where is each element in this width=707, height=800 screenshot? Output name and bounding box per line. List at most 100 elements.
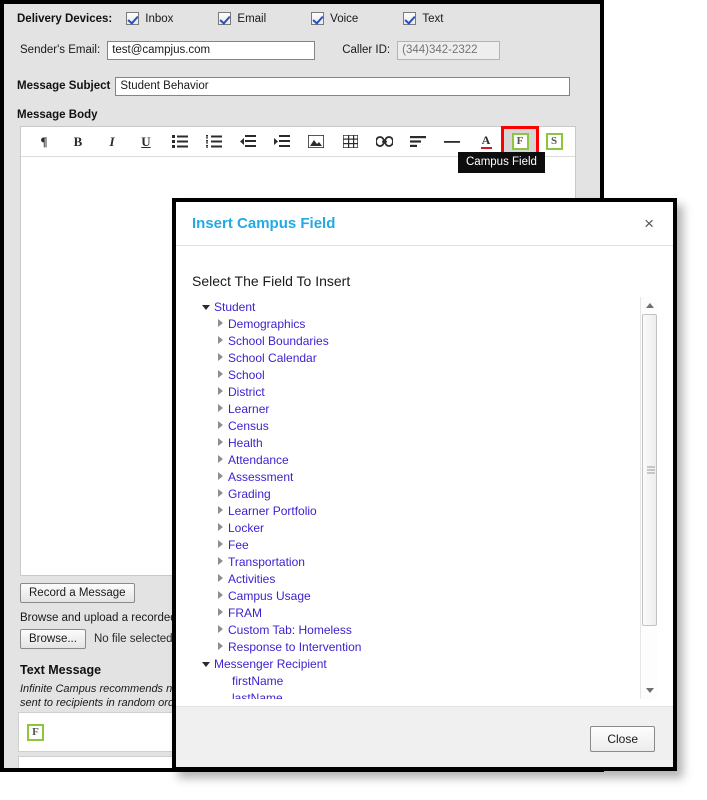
tree-item-label: lastName bbox=[232, 691, 283, 699]
tree-item-fee[interactable]: Fee bbox=[192, 537, 657, 554]
browse-button[interactable]: Browse... bbox=[20, 629, 86, 649]
tree-item-label: Health bbox=[228, 436, 263, 450]
image-icon[interactable] bbox=[299, 128, 333, 156]
tree-item-fram[interactable]: FRAM bbox=[192, 605, 657, 622]
caller-id-input[interactable] bbox=[397, 40, 501, 60]
align-icon[interactable] bbox=[401, 128, 435, 156]
scrollbar-track[interactable] bbox=[641, 314, 657, 682]
chevron-right-icon[interactable] bbox=[218, 506, 223, 514]
chevron-down-icon[interactable] bbox=[202, 662, 210, 667]
delivery-device-text[interactable]: Text bbox=[403, 12, 443, 25]
chevron-right-icon[interactable] bbox=[218, 591, 223, 599]
paragraph-icon[interactable]: ¶ bbox=[27, 128, 61, 156]
campus-field-icon[interactable]: F bbox=[27, 723, 44, 741]
checkbox-inbox[interactable] bbox=[126, 12, 140, 25]
bullet-list-icon[interactable] bbox=[163, 128, 197, 156]
underline-icon[interactable]: U bbox=[129, 128, 163, 156]
tree-item-school[interactable]: School bbox=[192, 367, 657, 384]
checkbox-email[interactable] bbox=[218, 12, 232, 25]
italic-icon[interactable]: I bbox=[95, 128, 129, 156]
chevron-right-icon[interactable] bbox=[218, 404, 223, 412]
delivery-device-inbox[interactable]: Inbox bbox=[126, 12, 173, 25]
tree-item-locker[interactable]: Locker bbox=[192, 520, 657, 537]
tree-item-census[interactable]: Census bbox=[192, 418, 657, 435]
chevron-right-icon[interactable] bbox=[218, 438, 223, 446]
senders-email-input[interactable] bbox=[107, 40, 316, 60]
link-icon[interactable] bbox=[367, 128, 401, 156]
chevron-right-icon[interactable] bbox=[218, 472, 223, 480]
chevron-right-icon[interactable] bbox=[218, 625, 223, 633]
chevron-right-icon[interactable] bbox=[218, 421, 223, 429]
tree-item-learner[interactable]: Learner bbox=[192, 401, 657, 418]
outdent-icon[interactable] bbox=[231, 128, 265, 156]
record-a-message-button[interactable]: Record a Message bbox=[20, 583, 135, 603]
delivery-device-email[interactable]: Email bbox=[218, 12, 266, 25]
tree-item-attendance[interactable]: Attendance bbox=[192, 452, 657, 469]
chevron-right-icon[interactable] bbox=[218, 642, 223, 650]
tree-item-custom-tab-homeless[interactable]: Custom Tab: Homeless bbox=[192, 622, 657, 639]
tree-item-grading[interactable]: Grading bbox=[192, 486, 657, 503]
scroll-down-arrow-icon[interactable] bbox=[641, 682, 657, 699]
tree-item-transportation[interactable]: Transportation bbox=[192, 554, 657, 571]
delivery-device-voice[interactable]: Voice bbox=[311, 12, 358, 25]
field-tree-container: Student Demographics School Boundaries Scho… bbox=[192, 297, 657, 699]
bold-icon-glyph: B bbox=[73, 133, 83, 149]
text-message-note-line2: sent to recipients in random ord bbox=[20, 697, 175, 709]
tree-item-label: Attendance bbox=[228, 453, 289, 467]
chevron-right-icon[interactable] bbox=[218, 574, 223, 582]
tree-item-response-to-intervention[interactable]: Response to Intervention bbox=[192, 639, 657, 656]
chevron-right-icon[interactable] bbox=[218, 489, 223, 497]
tree-item-district[interactable]: District bbox=[192, 384, 657, 401]
tree-item-label: Demographics bbox=[228, 317, 306, 331]
tree-item-school-calendar[interactable]: School Calendar bbox=[192, 350, 657, 367]
tree-item-student[interactable]: Student bbox=[192, 299, 657, 316]
tree-item-school-boundaries[interactable]: School Boundaries bbox=[192, 333, 657, 350]
tree-item-label: Grading bbox=[228, 487, 271, 501]
tree-item-learner-portfolio[interactable]: Learner Portfolio bbox=[192, 503, 657, 520]
indent-icon[interactable] bbox=[265, 128, 299, 156]
chevron-right-icon[interactable] bbox=[218, 557, 223, 565]
close-button[interactable]: Close bbox=[590, 725, 655, 752]
tree-item-label: Transportation bbox=[228, 555, 305, 569]
chevron-down-icon[interactable] bbox=[202, 305, 210, 310]
scroll-up-arrow-icon[interactable] bbox=[641, 297, 657, 314]
chevron-right-icon[interactable] bbox=[218, 336, 223, 344]
tree-item-activities[interactable]: Activities bbox=[192, 571, 657, 588]
delivery-devices-label: Delivery Devices: bbox=[17, 12, 113, 25]
scrollbar-thumb[interactable] bbox=[642, 314, 657, 626]
tree-item-messenger-recipient[interactable]: Messenger Recipient bbox=[192, 656, 657, 673]
chevron-right-icon[interactable] bbox=[218, 387, 223, 395]
close-icon[interactable]: × bbox=[641, 213, 657, 234]
dialog-title: Insert Campus Field bbox=[192, 215, 336, 232]
tree-item-firstname[interactable]: firstName bbox=[192, 673, 657, 690]
tree-item-demographics[interactable]: Demographics bbox=[192, 316, 657, 333]
table-icon[interactable] bbox=[333, 128, 367, 156]
numbered-list-icon[interactable] bbox=[197, 128, 231, 156]
bold-icon[interactable]: B bbox=[61, 128, 95, 156]
checkbox-text[interactable] bbox=[403, 12, 417, 25]
text-message-note-line1: Infinite Campus recommends n bbox=[20, 683, 173, 695]
tree-item-lastname[interactable]: lastName bbox=[192, 690, 657, 699]
senders-email-label: Sender's Email: bbox=[20, 44, 101, 56]
tree-item-label: Learner Portfolio bbox=[228, 504, 317, 518]
tree-item-label: firstName bbox=[232, 674, 284, 688]
chevron-right-icon[interactable] bbox=[218, 455, 223, 463]
chevron-right-icon[interactable] bbox=[218, 608, 223, 616]
tree-item-campus-usage[interactable]: Campus Usage bbox=[192, 588, 657, 605]
chevron-right-icon[interactable] bbox=[218, 540, 223, 548]
chevron-right-icon[interactable] bbox=[218, 523, 223, 531]
tree-scrollbar[interactable] bbox=[640, 297, 657, 699]
browse-upload-text: Browse and upload a recorded bbox=[20, 612, 177, 624]
chevron-right-icon[interactable] bbox=[218, 353, 223, 361]
underline-icon-glyph: U bbox=[141, 133, 151, 149]
tree-item-label: Learner bbox=[228, 402, 270, 416]
message-subject-row: Message Subject bbox=[4, 74, 600, 98]
checkbox-voice[interactable] bbox=[311, 12, 325, 25]
checkbox-label-text: Text bbox=[422, 12, 444, 25]
chevron-right-icon[interactable] bbox=[218, 370, 223, 378]
tree-item-assessment[interactable]: Assessment bbox=[192, 469, 657, 486]
tree-item-label: School bbox=[228, 368, 265, 382]
tree-item-health[interactable]: Health bbox=[192, 435, 657, 452]
message-subject-input[interactable] bbox=[115, 76, 571, 96]
chevron-right-icon[interactable] bbox=[218, 319, 223, 327]
